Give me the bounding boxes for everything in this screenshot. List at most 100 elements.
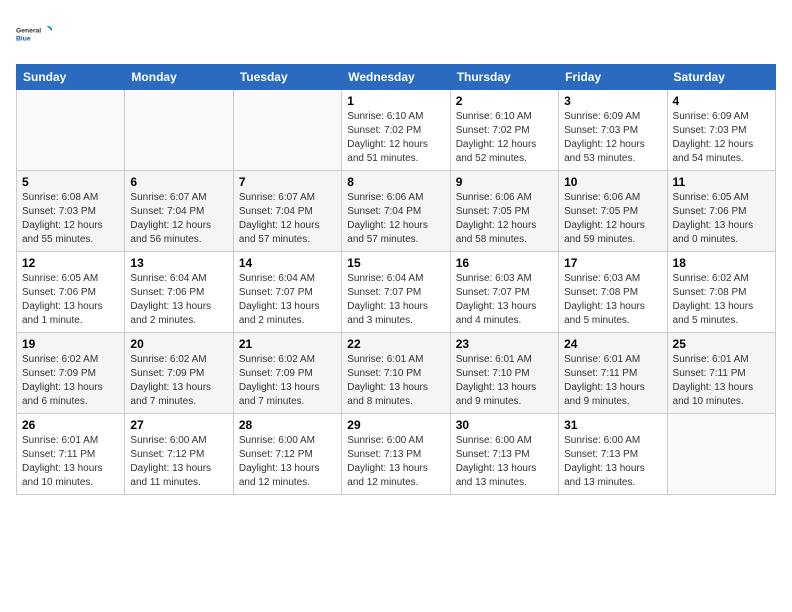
calendar-cell: 19 Sunrise: 6:02 AM Sunset: 7:09 PM Dayli… [17, 333, 125, 414]
calendar-cell: 5 Sunrise: 6:08 AM Sunset: 7:03 PM Daylig… [17, 171, 125, 252]
day-info: Sunrise: 6:06 AM Sunset: 7:05 PM Dayligh… [564, 191, 661, 247]
day-number: 21 [239, 337, 336, 351]
day-number: 3 [564, 94, 661, 108]
col-header-thursday: Thursday [450, 65, 558, 90]
day-info: Sunrise: 6:00 AM Sunset: 7:13 PM Dayligh… [456, 434, 553, 490]
calendar-cell: 12 Sunrise: 6:05 AM Sunset: 7:06 PM Dayli… [17, 252, 125, 333]
day-number: 11 [673, 175, 770, 189]
calendar-week-0: 1 Sunrise: 6:10 AM Sunset: 7:02 PM Daylig… [17, 90, 776, 171]
day-number: 31 [564, 418, 661, 432]
day-info: Sunrise: 6:03 AM Sunset: 7:07 PM Dayligh… [456, 272, 553, 328]
calendar-cell: 29 Sunrise: 6:00 AM Sunset: 7:13 PM Dayli… [342, 414, 450, 495]
day-info: Sunrise: 6:02 AM Sunset: 7:09 PM Dayligh… [239, 353, 336, 409]
calendar-cell: 9Sunrise: 6:06 AM Sunset: 7:05 PM Daylig… [450, 171, 558, 252]
day-number: 15 [347, 256, 444, 270]
calendar-cell: 14 Sunrise: 6:04 AM Sunset: 7:07 PM Dayli… [233, 252, 341, 333]
day-number: 19 [22, 337, 119, 351]
day-info: Sunrise: 6:07 AM Sunset: 7:04 PM Dayligh… [130, 191, 227, 247]
day-info: Sunrise: 6:02 AM Sunset: 7:08 PM Dayligh… [673, 272, 770, 328]
day-info: Sunrise: 6:05 AM Sunset: 7:06 PM Dayligh… [22, 272, 119, 328]
calendar-cell: 28 Sunrise: 6:00 AM Sunset: 7:12 PM Dayli… [233, 414, 341, 495]
col-header-tuesday: Tuesday [233, 65, 341, 90]
day-number: 30 [456, 418, 553, 432]
col-header-sunday: Sunday [17, 65, 125, 90]
day-number: 26 [22, 418, 119, 432]
calendar-header-row: SundayMondayTuesdayWednesdayThursdayFrid… [17, 65, 776, 90]
calendar-week-1: 5 Sunrise: 6:08 AM Sunset: 7:03 PM Daylig… [17, 171, 776, 252]
day-info: Sunrise: 6:04 AM Sunset: 7:06 PM Dayligh… [130, 272, 227, 328]
day-info: Sunrise: 6:09 AM Sunset: 7:03 PM Dayligh… [564, 110, 661, 166]
day-number: 22 [347, 337, 444, 351]
calendar-cell: 30 Sunrise: 6:00 AM Sunset: 7:13 PM Dayli… [450, 414, 558, 495]
day-number: 24 [564, 337, 661, 351]
day-info: Sunrise: 6:08 AM Sunset: 7:03 PM Dayligh… [22, 191, 119, 247]
day-number: 1 [347, 94, 444, 108]
calendar-cell: 10Sunrise: 6:06 AM Sunset: 7:05 PM Dayli… [559, 171, 667, 252]
calendar-cell: 26 Sunrise: 6:01 AM Sunset: 7:11 PM Dayli… [17, 414, 125, 495]
calendar-cell [125, 90, 233, 171]
calendar-cell: 21 Sunrise: 6:02 AM Sunset: 7:09 PM Dayli… [233, 333, 341, 414]
day-number: 7 [239, 175, 336, 189]
day-number: 5 [22, 175, 119, 189]
day-info: Sunrise: 6:06 AM Sunset: 7:04 PM Dayligh… [347, 191, 444, 247]
day-number: 2 [456, 94, 553, 108]
page-header: General Blue [16, 16, 776, 52]
calendar-week-4: 26 Sunrise: 6:01 AM Sunset: 7:11 PM Dayli… [17, 414, 776, 495]
calendar-cell: 18 Sunrise: 6:02 AM Sunset: 7:08 PM Dayli… [667, 252, 775, 333]
day-number: 28 [239, 418, 336, 432]
svg-text:Blue: Blue [16, 35, 31, 42]
calendar-cell: 8Sunrise: 6:06 AM Sunset: 7:04 PM Daylig… [342, 171, 450, 252]
calendar-cell: 2 Sunrise: 6:10 AM Sunset: 7:02 PM Daylig… [450, 90, 558, 171]
day-number: 16 [456, 256, 553, 270]
logo-svg: General Blue [16, 16, 52, 52]
day-info: Sunrise: 6:01 AM Sunset: 7:11 PM Dayligh… [22, 434, 119, 490]
day-number: 12 [22, 256, 119, 270]
day-number: 17 [564, 256, 661, 270]
day-info: Sunrise: 6:02 AM Sunset: 7:09 PM Dayligh… [22, 353, 119, 409]
day-info: Sunrise: 6:10 AM Sunset: 7:02 PM Dayligh… [456, 110, 553, 166]
day-info: Sunrise: 6:01 AM Sunset: 7:11 PM Dayligh… [564, 353, 661, 409]
calendar-cell: 25 Sunrise: 6:01 AM Sunset: 7:11 PM Dayli… [667, 333, 775, 414]
col-header-monday: Monday [125, 65, 233, 90]
day-number: 18 [673, 256, 770, 270]
day-info: Sunrise: 6:00 AM Sunset: 7:12 PM Dayligh… [130, 434, 227, 490]
day-info: Sunrise: 6:07 AM Sunset: 7:04 PM Dayligh… [239, 191, 336, 247]
calendar-week-2: 12 Sunrise: 6:05 AM Sunset: 7:06 PM Dayli… [17, 252, 776, 333]
calendar-table: SundayMondayTuesdayWednesdayThursdayFrid… [16, 64, 776, 495]
calendar-cell [233, 90, 341, 171]
col-header-wednesday: Wednesday [342, 65, 450, 90]
calendar-cell: 6 Sunrise: 6:07 AM Sunset: 7:04 PM Daylig… [125, 171, 233, 252]
day-info: Sunrise: 6:09 AM Sunset: 7:03 PM Dayligh… [673, 110, 770, 166]
calendar-cell: 7 Sunrise: 6:07 AM Sunset: 7:04 PM Daylig… [233, 171, 341, 252]
day-info: Sunrise: 6:01 AM Sunset: 7:10 PM Dayligh… [456, 353, 553, 409]
day-info: Sunrise: 6:01 AM Sunset: 7:11 PM Dayligh… [673, 353, 770, 409]
day-info: Sunrise: 6:00 AM Sunset: 7:13 PM Dayligh… [564, 434, 661, 490]
calendar-cell: 11 Sunrise: 6:05 AM Sunset: 7:06 PM Dayli… [667, 171, 775, 252]
day-info: Sunrise: 6:04 AM Sunset: 7:07 PM Dayligh… [347, 272, 444, 328]
day-number: 29 [347, 418, 444, 432]
col-header-friday: Friday [559, 65, 667, 90]
calendar-cell [667, 414, 775, 495]
day-number: 25 [673, 337, 770, 351]
calendar-cell: 23Sunrise: 6:01 AM Sunset: 7:10 PM Dayli… [450, 333, 558, 414]
day-number: 13 [130, 256, 227, 270]
logo: General Blue [16, 16, 106, 52]
day-number: 14 [239, 256, 336, 270]
day-info: Sunrise: 6:00 AM Sunset: 7:12 PM Dayligh… [239, 434, 336, 490]
calendar-cell: 16 Sunrise: 6:03 AM Sunset: 7:07 PM Dayli… [450, 252, 558, 333]
day-info: Sunrise: 6:04 AM Sunset: 7:07 PM Dayligh… [239, 272, 336, 328]
day-number: 6 [130, 175, 227, 189]
day-info: Sunrise: 6:01 AM Sunset: 7:10 PM Dayligh… [347, 353, 444, 409]
day-info: Sunrise: 6:00 AM Sunset: 7:13 PM Dayligh… [347, 434, 444, 490]
day-info: Sunrise: 6:03 AM Sunset: 7:08 PM Dayligh… [564, 272, 661, 328]
svg-text:General: General [16, 28, 41, 35]
calendar-cell [17, 90, 125, 171]
day-info: Sunrise: 6:02 AM Sunset: 7:09 PM Dayligh… [130, 353, 227, 409]
calendar-cell: 20 Sunrise: 6:02 AM Sunset: 7:09 PM Dayli… [125, 333, 233, 414]
calendar-cell: 17 Sunrise: 6:03 AM Sunset: 7:08 PM Dayli… [559, 252, 667, 333]
day-number: 20 [130, 337, 227, 351]
calendar-cell: 15 Sunrise: 6:04 AM Sunset: 7:07 PM Dayli… [342, 252, 450, 333]
calendar-cell: 4Sunrise: 6:09 AM Sunset: 7:03 PM Daylig… [667, 90, 775, 171]
day-info: Sunrise: 6:05 AM Sunset: 7:06 PM Dayligh… [673, 191, 770, 247]
calendar-cell: 3 Sunrise: 6:09 AM Sunset: 7:03 PM Daylig… [559, 90, 667, 171]
